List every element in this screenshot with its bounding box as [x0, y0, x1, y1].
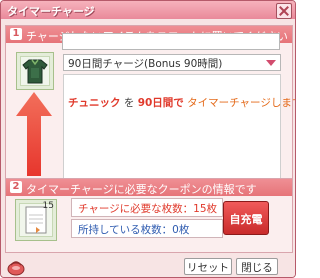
item-name: チュニック	[68, 97, 121, 109]
window-title: タイマーチャージ	[7, 5, 95, 18]
charge-option-value: 90日間チャージ(Bonus 90時間)	[68, 58, 223, 70]
message-particle: を	[120, 97, 138, 109]
charge-button-label: 自充電	[229, 213, 263, 226]
charge-message: チュニック を 90日間で タイマーチャージします	[68, 95, 296, 110]
coupon-count: 15	[42, 201, 54, 211]
timer-charge-window: タイマーチャージ 1 チャージしたいアイテムをスロットに置いてください	[0, 0, 296, 278]
charge-message-box: チュニック を 90日間で タイマーチャージします	[63, 74, 295, 180]
titlebar[interactable]: タイマーチャージ	[1, 1, 295, 19]
close-icon[interactable]	[276, 3, 292, 19]
charge-option-dropdown[interactable]: 90日間チャージ(Bonus 90時間)	[63, 54, 281, 71]
required-coupons-row: チャージに必要な枚数：15枚	[71, 198, 223, 217]
reset-button[interactable]: リセット	[184, 258, 232, 275]
required-coupons-text: チャージに必要な枚数：15枚	[78, 203, 218, 215]
tunic-icon	[22, 59, 48, 84]
close-button[interactable]: 閉じる	[236, 258, 278, 275]
step-number-badge: 1	[10, 28, 22, 40]
item-slot[interactable]	[16, 52, 54, 90]
up-arrow-icon	[16, 92, 52, 176]
chevron-down-icon[interactable]	[266, 60, 276, 66]
step-number-badge: 2	[10, 181, 22, 193]
owned-coupons-row: 所持している枚数：0枚	[71, 219, 223, 238]
bag-icon	[7, 261, 25, 276]
coupon-slot: 15	[15, 199, 57, 241]
owned-coupons-text: 所持している枚数：0枚	[78, 224, 190, 236]
section-coupon-title: タイマーチャージに必要なクーポンの情報です	[26, 183, 257, 196]
close-button-label: 閉じる	[241, 262, 273, 274]
reset-button-label: リセット	[187, 262, 229, 274]
charge-option-select[interactable]	[62, 33, 280, 50]
section-coupon-header: 2 タイマーチャージに必要なクーポンの情報です	[6, 179, 292, 196]
charge-duration: 90日間で	[137, 97, 184, 109]
message-rest: タイマーチャージします	[183, 97, 296, 109]
charge-button[interactable]: 自充電	[223, 201, 269, 235]
